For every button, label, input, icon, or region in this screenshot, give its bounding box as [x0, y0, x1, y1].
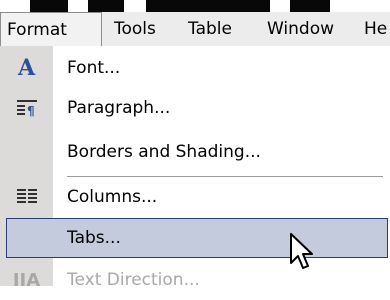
- font-icon: A: [17, 55, 36, 81]
- menu-bar: Format Tools Table Window He: [0, 12, 390, 46]
- text-direction-icon: IIA: [12, 269, 41, 291]
- menu-item-borders-and-shading[interactable]: Borders and Shading...: [0, 132, 390, 172]
- menu-item-columns-label: Columns...: [67, 187, 158, 207]
- menu-window-label: Window: [267, 19, 335, 39]
- menu-help-label: He: [364, 19, 388, 39]
- menu-item-font[interactable]: A Font...: [0, 48, 390, 88]
- menu-tools[interactable]: Tools: [114, 12, 156, 46]
- columns-icon: [0, 177, 53, 217]
- menu-format-label: Format: [7, 20, 67, 40]
- menu-format[interactable]: Format: [0, 12, 102, 46]
- menu-item-tabs-label: Tabs...: [67, 228, 121, 248]
- menu-item-paragraph-label: Paragraph...: [67, 98, 171, 118]
- menu-item-tabs[interactable]: Tabs...: [0, 218, 390, 258]
- format-dropdown-menu: A Font... ¶ Paragraph... Borders and Sha…: [0, 46, 390, 291]
- menu-item-columns[interactable]: Columns...: [0, 177, 390, 217]
- menu-item-highlight: [6, 218, 388, 258]
- menu-item-text-direction-label: Text Direction...: [67, 270, 200, 290]
- menu-help[interactable]: He: [364, 12, 387, 46]
- menu-table-label: Table: [188, 19, 232, 39]
- svg-text:¶: ¶: [27, 104, 35, 118]
- menu-item-text-direction: IIA Text Direction...: [0, 260, 390, 300]
- menu-item-borders-label: Borders and Shading...: [67, 142, 261, 162]
- menu-window[interactable]: Window: [267, 12, 334, 46]
- menu-item-font-label: Font...: [67, 58, 121, 78]
- menu-table[interactable]: Table: [188, 12, 232, 46]
- paragraph-icon: ¶: [0, 88, 53, 128]
- mouse-pointer-icon: [289, 233, 315, 277]
- menu-item-paragraph[interactable]: ¶ Paragraph...: [0, 88, 390, 128]
- menu-tools-label: Tools: [114, 19, 156, 39]
